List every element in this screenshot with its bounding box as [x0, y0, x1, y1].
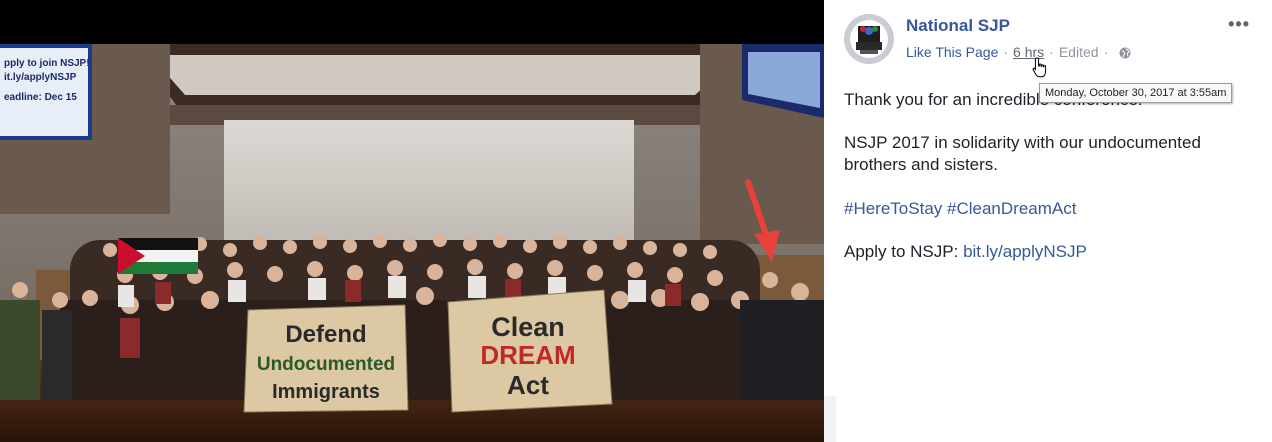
post-panel: National SJP ••• Like This Page · 6 hrs · Ed… [824, 0, 1272, 442]
banner1-line3: Immigrants [272, 381, 380, 403]
apply-link[interactable]: bit.ly/applyNSJP [963, 242, 1087, 261]
post-photo[interactable]: pply to join NSJP! it.ly/applyNSJP eadli… [0, 0, 824, 442]
meta-separator: · [1049, 44, 1054, 60]
hand-pointer-cursor-icon [1032, 57, 1048, 84]
meta-separator: · [1103, 44, 1109, 60]
hashtag-heretostay[interactable]: #HereToStay [844, 199, 942, 218]
apply-prefix: Apply to NSJP: [844, 242, 964, 261]
more-options-button[interactable]: ••• [1228, 14, 1250, 35]
screen-text-3: eadline: Dec 15 [4, 92, 77, 103]
banner2-line3: Act [507, 370, 549, 400]
panel-bottom-edge [824, 396, 836, 442]
banner1-line2: Undocumented [257, 354, 395, 375]
screen-text-2: it.ly/applyNSJP [4, 72, 77, 83]
globe-icon[interactable] [1119, 46, 1131, 62]
like-page-link[interactable]: Like This Page [906, 44, 998, 60]
palestinian-flag [118, 238, 198, 274]
meta-separator: · [1003, 44, 1009, 60]
hashtag-cleandreamact[interactable]: #CleanDreamAct [947, 199, 1076, 218]
post-meta: Like This Page · 6 hrs · Edited · [906, 44, 1131, 62]
screen-text-1: pply to join NSJP! [4, 58, 90, 69]
banner-clean-dream-act: Clean DREAM Act [447, 289, 613, 413]
edited-label[interactable]: Edited [1059, 44, 1099, 60]
page-avatar[interactable] [844, 14, 894, 64]
banner2-line1: Clean [491, 312, 565, 342]
avatar-logo-icon [844, 14, 894, 64]
page-name-link[interactable]: National SJP [906, 16, 1010, 36]
banner2-line2: DREAM [480, 340, 575, 370]
photo-scene: pply to join NSJP! it.ly/applyNSJP eadli… [0, 0, 824, 442]
post-hashtags: #HereToStay #CleanDreamAct [844, 198, 1244, 220]
post-apply-line: Apply to NSJP: bit.ly/applyNSJP [844, 241, 1244, 263]
banner-defend-undocumented: Defend Undocumented Immigrants [243, 304, 409, 413]
post-text-line2: NSJP 2017 in solidarity with our undocum… [844, 133, 1201, 174]
banner1-line1: Defend [285, 321, 366, 348]
timestamp-tooltip: Monday, October 30, 2017 at 3:55am [1039, 83, 1233, 103]
left-projector-screen: pply to join NSJP! it.ly/applyNSJP eadli… [0, 44, 92, 140]
